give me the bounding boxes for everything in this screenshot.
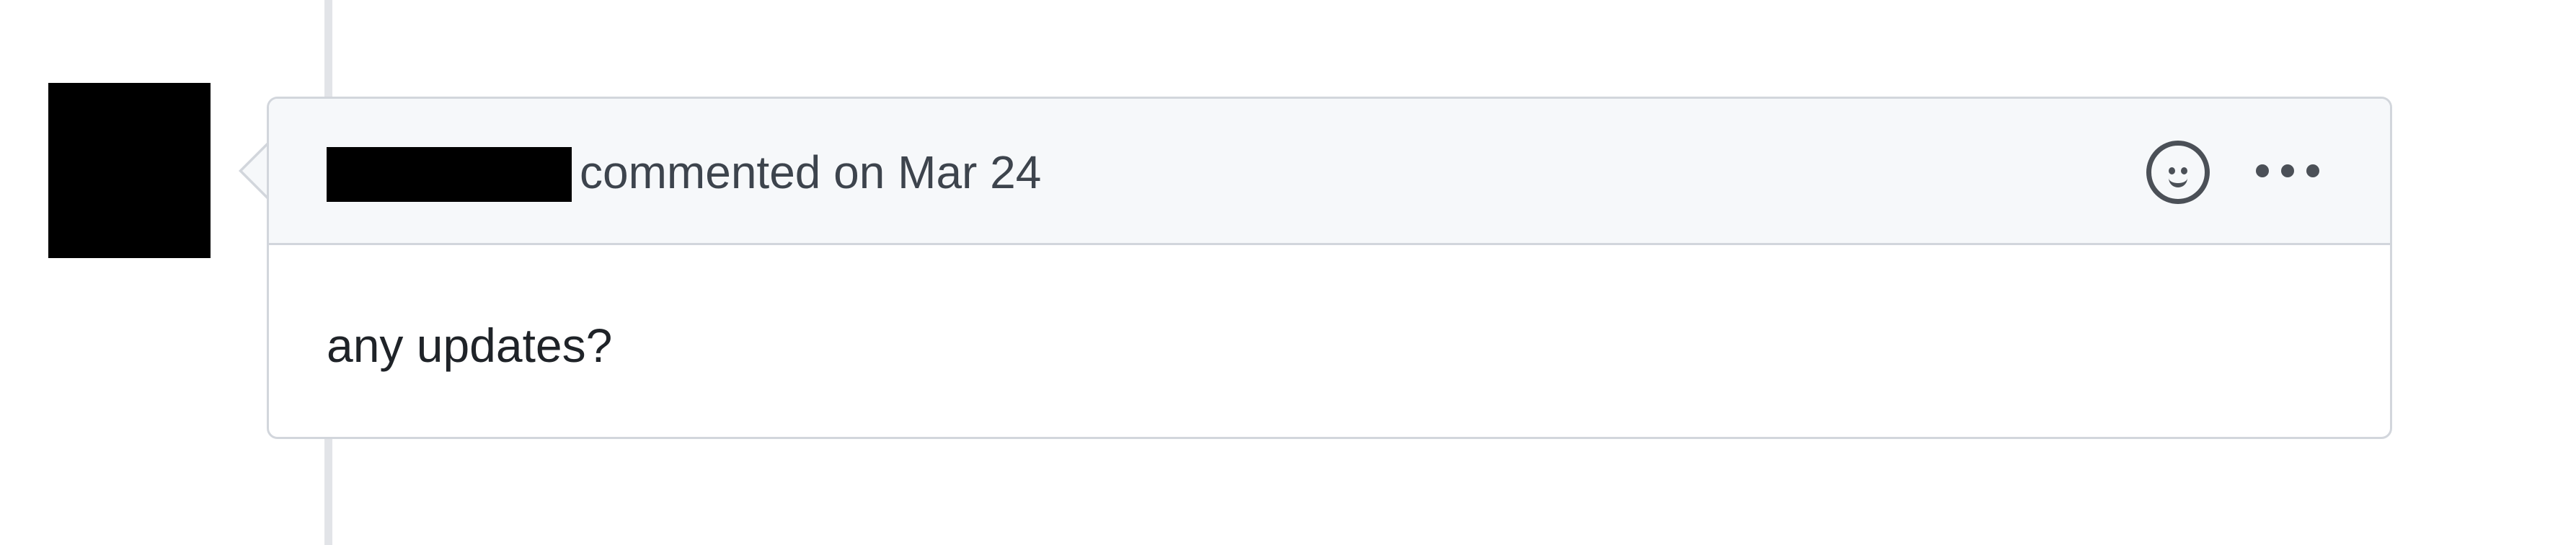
kebab-horizontal-icon-dot (2306, 164, 2319, 177)
avatar[interactable] (48, 83, 211, 258)
comment-body: any updates? (327, 319, 613, 372)
comment-card: commented on Mar 24 any updates? (267, 97, 2392, 439)
more-options-button[interactable] (2247, 155, 2334, 198)
comment-timeline: commented on Mar 24 any updates? (0, 0, 2576, 545)
smiley-icon-mouth (2169, 173, 2187, 187)
kebab-horizontal-icon-dot (2281, 164, 2294, 177)
comment-meta[interactable]: commented on Mar 24 (580, 142, 1041, 203)
username-redacted[interactable] (327, 147, 572, 202)
comment-header: commented on Mar 24 (269, 99, 2390, 245)
kebab-horizontal-icon-dot (2256, 164, 2269, 177)
add-reaction-button[interactable] (2146, 141, 2210, 204)
